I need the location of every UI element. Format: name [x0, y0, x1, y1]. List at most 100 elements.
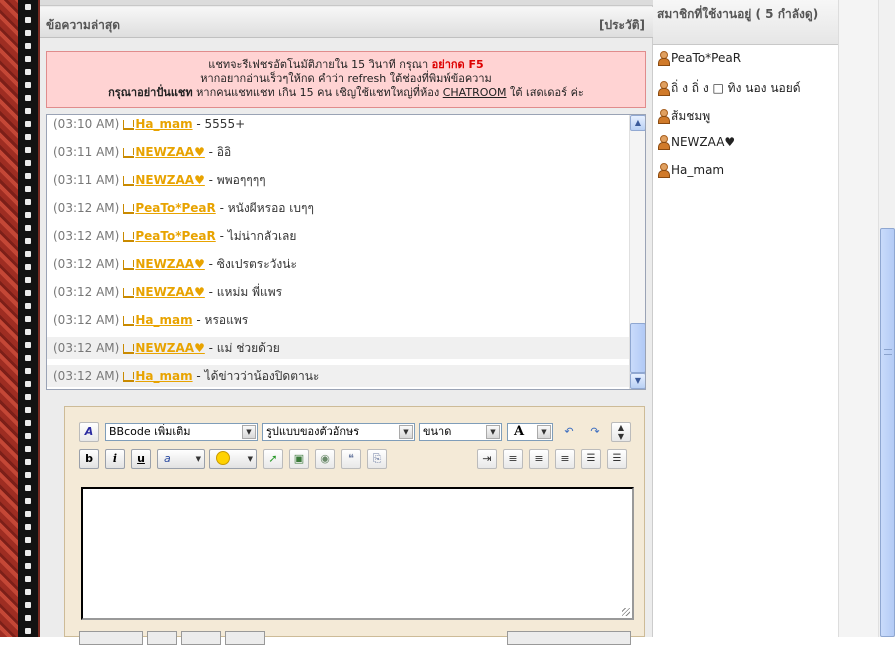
- chat-message: (03:12 AM) PeaTo*PeaR - ไม่น่ากลัวเลย: [53, 225, 296, 247]
- member-item[interactable]: ส้มชมพู: [657, 107, 710, 125]
- undo-icon[interactable]: ↶: [559, 422, 579, 442]
- message-time: (03:12 AM): [53, 201, 120, 215]
- chat-message: (03:12 AM) Ha_mam - ได้ข่าวว่าน้องปิดตานะ: [47, 365, 630, 387]
- message-username[interactable]: PeaTo*PeaR: [135, 201, 215, 215]
- message-editor: A BBcode เพิ่มเติม ▼ รูปแบบของตัวอักษร ▼ ข…: [64, 406, 645, 645]
- chat-message: (03:12 AM) NEWZAA♥ - แหม่ม พี่แพร: [53, 281, 282, 303]
- toolbar-bottom-button-5[interactable]: [507, 631, 631, 645]
- member-name[interactable]: ถิ่ ง ถิ่ ง □ ทิง นอง นอยด์: [671, 81, 801, 95]
- message-time: (03:12 AM): [53, 369, 120, 383]
- latest-messages-title: ข้อความล่าสุด: [46, 18, 121, 32]
- ordered-list-icon[interactable]: ☰: [581, 449, 601, 469]
- message-text: - 5555+: [192, 117, 246, 131]
- unordered-list-icon[interactable]: ☰: [607, 449, 627, 469]
- code-icon[interactable]: ⎘: [367, 449, 387, 469]
- message-text: - อิอิ: [204, 145, 232, 159]
- member-item[interactable]: ถิ่ ง ถิ่ ง □ ทิง นอง นอยด์: [657, 79, 801, 97]
- bold-button[interactable]: b: [79, 449, 99, 469]
- italic-button[interactable]: i: [105, 449, 125, 469]
- member-name[interactable]: ส้มชมพู: [671, 109, 710, 123]
- message-username[interactable]: PeaTo*PeaR: [135, 229, 215, 243]
- message-text: - ได้ข่าวว่าน้องปิดตานะ: [192, 369, 320, 383]
- font-effects-icon[interactable]: a ▼: [157, 449, 205, 469]
- indent-icon[interactable]: ⇥: [477, 449, 497, 469]
- notice-line-3: กรุณาอย่าปั่นแชท หากคนแชทแชท เกิน 15 คน …: [108, 86, 584, 99]
- scroll-up-icon[interactable]: ▲: [630, 115, 645, 131]
- chat-scrollbar[interactable]: ▲ ▼: [629, 115, 645, 389]
- bbcode-select[interactable]: BBcode เพิ่มเติม ▼: [105, 423, 258, 441]
- message-username[interactable]: NEWZAA♥: [135, 341, 205, 355]
- message-time: (03:11 AM): [53, 173, 120, 187]
- message-username[interactable]: NEWZAA♥: [135, 173, 205, 187]
- scroll-down-icon[interactable]: ▼: [630, 373, 645, 389]
- insert-media-icon[interactable]: ◉: [315, 449, 335, 469]
- message-time: (03:12 AM): [53, 285, 120, 299]
- music-note-icon: [123, 288, 135, 298]
- page-scroll-thumb[interactable]: [880, 228, 895, 637]
- message-username[interactable]: NEWZAA♥: [135, 285, 205, 299]
- message-username[interactable]: NEWZAA♥: [135, 257, 205, 271]
- toolbar-bottom-button-2[interactable]: [147, 631, 177, 645]
- member-name[interactable]: NEWZAA♥: [671, 135, 735, 149]
- message-username[interactable]: Ha_mam: [135, 313, 192, 327]
- user-icon: [657, 81, 670, 96]
- underline-button[interactable]: u: [131, 449, 151, 469]
- message-text: - แหม่ม พี่แพร: [204, 285, 283, 299]
- chat-message: (03:12 AM) Ha_mam - หรอแพร: [53, 309, 248, 331]
- color-select[interactable]: A ▼: [507, 423, 553, 441]
- message-username[interactable]: Ha_mam: [135, 117, 192, 131]
- emoticon-icon[interactable]: ▼: [209, 449, 257, 469]
- user-icon: [657, 109, 670, 124]
- align-right-icon[interactable]: ≡: [555, 449, 575, 469]
- message-username[interactable]: Ha_mam: [135, 369, 192, 383]
- music-note-icon: [123, 204, 135, 214]
- toolbar-bottom-button-3[interactable]: [181, 631, 221, 645]
- resize-grip[interactable]: [622, 608, 630, 616]
- font-style-icon[interactable]: A: [79, 422, 99, 442]
- chat-messages[interactable]: (03:10 AM) Ha_mam - 5555+ (03:11 AM) NEWZAA…: [46, 114, 646, 390]
- message-time: (03:10 AM): [53, 117, 120, 131]
- user-icon: [657, 51, 670, 66]
- page-scrollbar[interactable]: [878, 0, 895, 637]
- member-name[interactable]: PeaTo*PeaR: [671, 51, 741, 65]
- chat-message: (03:12 AM) NEWZAA♥ - แม่ ช่วยด้วย: [47, 337, 630, 359]
- member-item[interactable]: Ha_mam: [657, 163, 724, 181]
- message-textarea[interactable]: [81, 487, 634, 620]
- message-text: - หนังผีหรออ เบๆๆ: [215, 201, 314, 215]
- chat-message: (03:12 AM) NEWZAA♥ - ซิงเปรตระวังน่ะ: [53, 253, 297, 275]
- notice-warning: อย่ากด F5: [431, 58, 484, 71]
- message-username[interactable]: NEWZAA♥: [135, 145, 205, 159]
- resize-editor-icon[interactable]: ▲ ▼: [611, 422, 631, 442]
- member-item[interactable]: PeaTo*PeaR: [657, 51, 741, 69]
- message-time: (03:12 AM): [53, 313, 120, 327]
- message-time: (03:11 AM): [53, 145, 120, 159]
- redo-icon[interactable]: ↷: [585, 422, 605, 442]
- music-note-icon: [123, 344, 135, 354]
- history-link[interactable]: [ประวัติ]: [599, 16, 645, 35]
- side-decoration: [0, 0, 40, 637]
- chatroom-link[interactable]: CHATROOM: [443, 86, 507, 99]
- quote-icon[interactable]: ❝: [341, 449, 361, 469]
- chat-scroll-thumb[interactable]: [630, 323, 645, 373]
- message-text: - ไม่น่ากลัวเลย: [215, 229, 297, 243]
- align-left-icon[interactable]: ≡: [503, 449, 523, 469]
- user-icon: [657, 135, 670, 150]
- size-select[interactable]: ขนาด ▼: [419, 423, 502, 441]
- insert-link-icon[interactable]: ➚: [263, 449, 283, 469]
- font-select[interactable]: รูปแบบของตัวอักษร ▼: [262, 423, 415, 441]
- right-margin: [838, 0, 878, 637]
- member-name[interactable]: Ha_mam: [671, 163, 724, 177]
- toolbar-bottom-button-4[interactable]: [225, 631, 265, 645]
- notice-line-2: หากอยากอ่านเร็วๆให้กด คำว่า refresh ใต้ช…: [200, 72, 492, 85]
- message-text: - พพอๆๆๆๆ: [204, 173, 266, 187]
- chat-message: (03:12 AM) PeaTo*PeaR - หนังผีหรออ เบๆๆ: [53, 197, 314, 219]
- insert-image-icon[interactable]: ▣: [289, 449, 309, 469]
- music-note-icon: [123, 232, 135, 242]
- align-center-icon[interactable]: ≡: [529, 449, 549, 469]
- user-icon: [657, 163, 670, 178]
- message-text: - แม่ ช่วยด้วย: [204, 341, 280, 355]
- notice-box: แชทจะรีเฟชรอัตโนมัติภายใน 15 วินาที กรุณ…: [46, 51, 646, 108]
- music-note-icon: [123, 372, 135, 382]
- send-button[interactable]: [79, 631, 143, 645]
- member-item[interactable]: NEWZAA♥: [657, 135, 735, 153]
